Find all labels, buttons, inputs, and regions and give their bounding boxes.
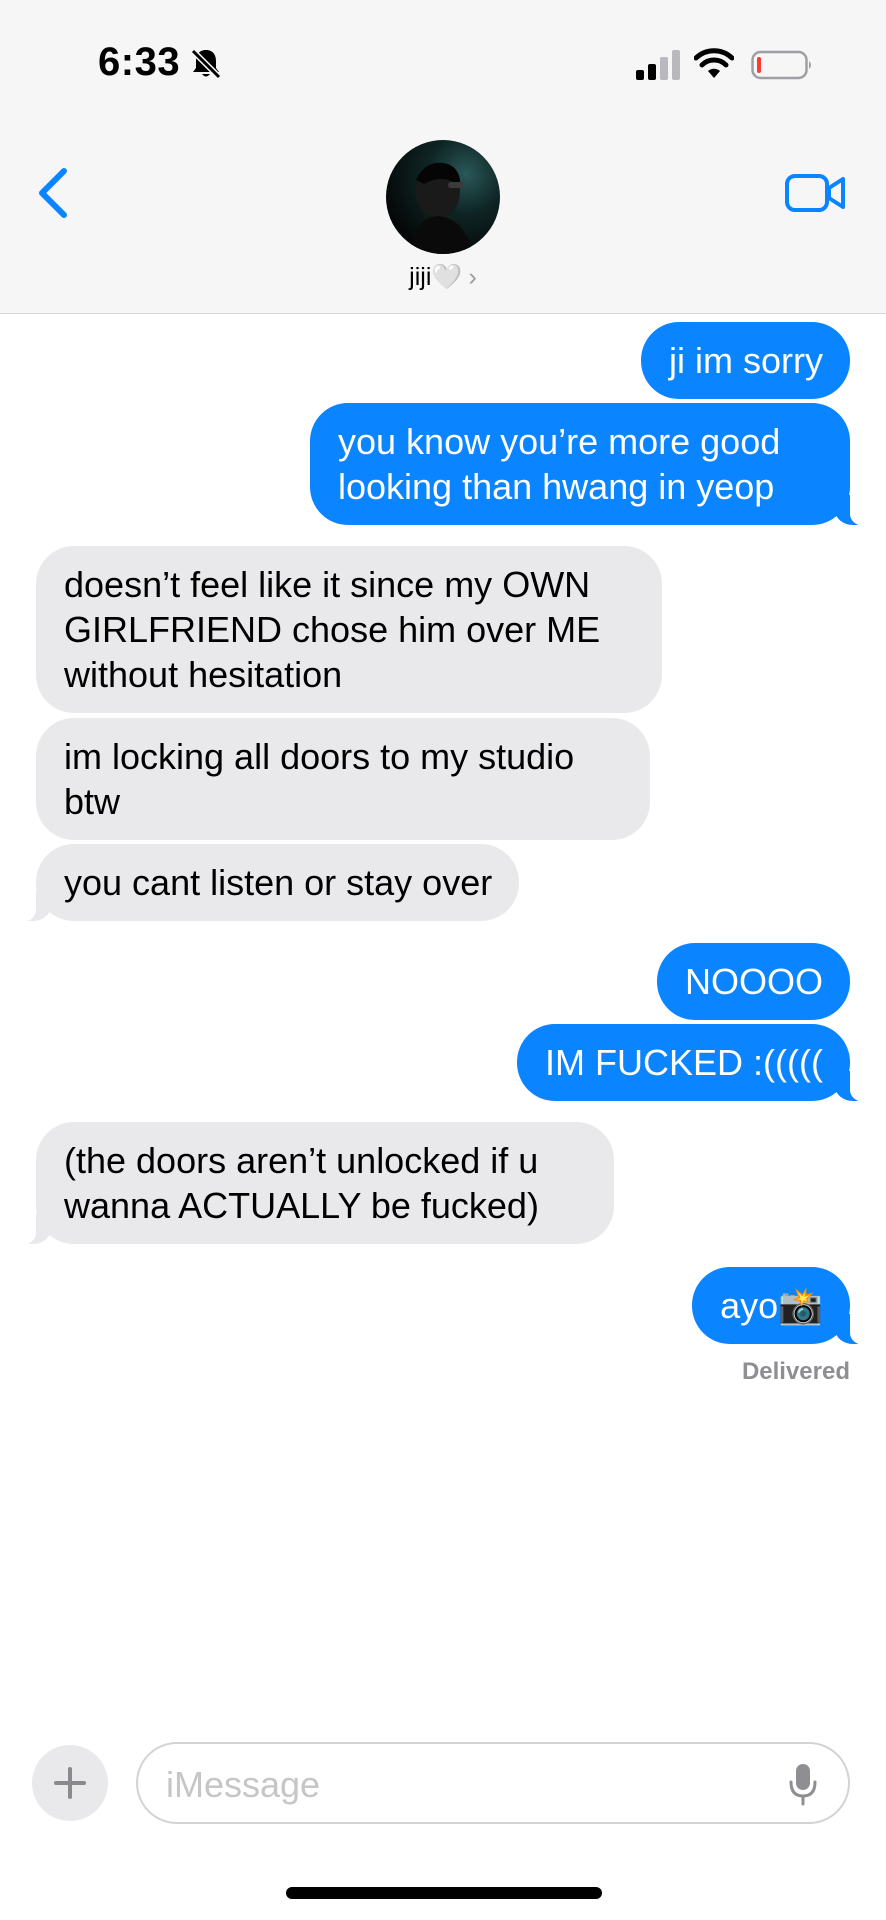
message-text: NOOOO — [684, 961, 823, 1002]
home-indicator[interactable] — [286, 1887, 602, 1899]
message-input-placeholder: iMessage — [166, 1764, 321, 1805]
conversation-header: 6:33 jiji🤍 › — [0, 0, 886, 314]
cellular-signal-icon — [636, 50, 680, 80]
message-text: ayo📸 — [720, 1285, 823, 1326]
contact-avatar[interactable] — [386, 140, 500, 254]
contact-name-row[interactable]: jiji🤍 › — [0, 263, 886, 292]
bell-slash-icon — [190, 48, 222, 80]
message-bubble-outgoing[interactable]: IM FUCKED :((((( — [517, 1024, 876, 1102]
delivered-status: Delivered — [741, 1358, 850, 1385]
back-chevron-icon[interactable] — [34, 166, 70, 220]
message-text: IM FUCKED :((((( — [545, 1042, 823, 1083]
message-bubble-incoming[interactable]: doesn’t feel like it since my OWN GIRLFR… — [36, 546, 662, 713]
message-bubble-incoming[interactable]: im locking all doors to my studio btw — [36, 718, 650, 840]
chevron-right-icon: › — [468, 263, 477, 291]
contact-name: jiji🤍 — [409, 263, 463, 291]
message-bubble-outgoing[interactable]: ayo📸 — [692, 1267, 876, 1345]
message-bubble-incoming[interactable]: you cant listen or stay over — [9, 844, 520, 922]
message-input[interactable]: iMessage — [136, 1742, 850, 1824]
wifi-icon — [694, 48, 734, 78]
message-text: ji im sorry — [669, 340, 823, 381]
message-text: doesn’t feel like it since my OWN GIRLFR… — [64, 564, 601, 695]
message-bubble-incoming[interactable]: (the doors aren’t unlocked if u wanna AC… — [10, 1122, 614, 1245]
video-camera-icon[interactable] — [785, 172, 847, 214]
message-bubble-outgoing[interactable]: ji im sorry — [641, 322, 850, 399]
apps-plus-button[interactable] — [32, 1745, 108, 1821]
battery-low-icon — [751, 50, 811, 80]
message-bubble-outgoing[interactable]: NOOOO — [656, 943, 850, 1020]
message-text: im locking all doors to my studio btw — [64, 736, 575, 822]
status-time: 6:33 — [98, 40, 181, 84]
avatar-photo — [408, 162, 474, 254]
message-bubble-outgoing[interactable]: you know you’re more good looking than h… — [310, 403, 876, 526]
microphone-icon[interactable] — [788, 1762, 818, 1806]
message-text: you cant listen or stay over — [64, 862, 493, 903]
message-text: you know you’re more good looking than h… — [338, 421, 781, 507]
plus-icon — [54, 1767, 86, 1799]
message-text: (the doors aren’t unlocked if u wanna AC… — [64, 1140, 539, 1226]
